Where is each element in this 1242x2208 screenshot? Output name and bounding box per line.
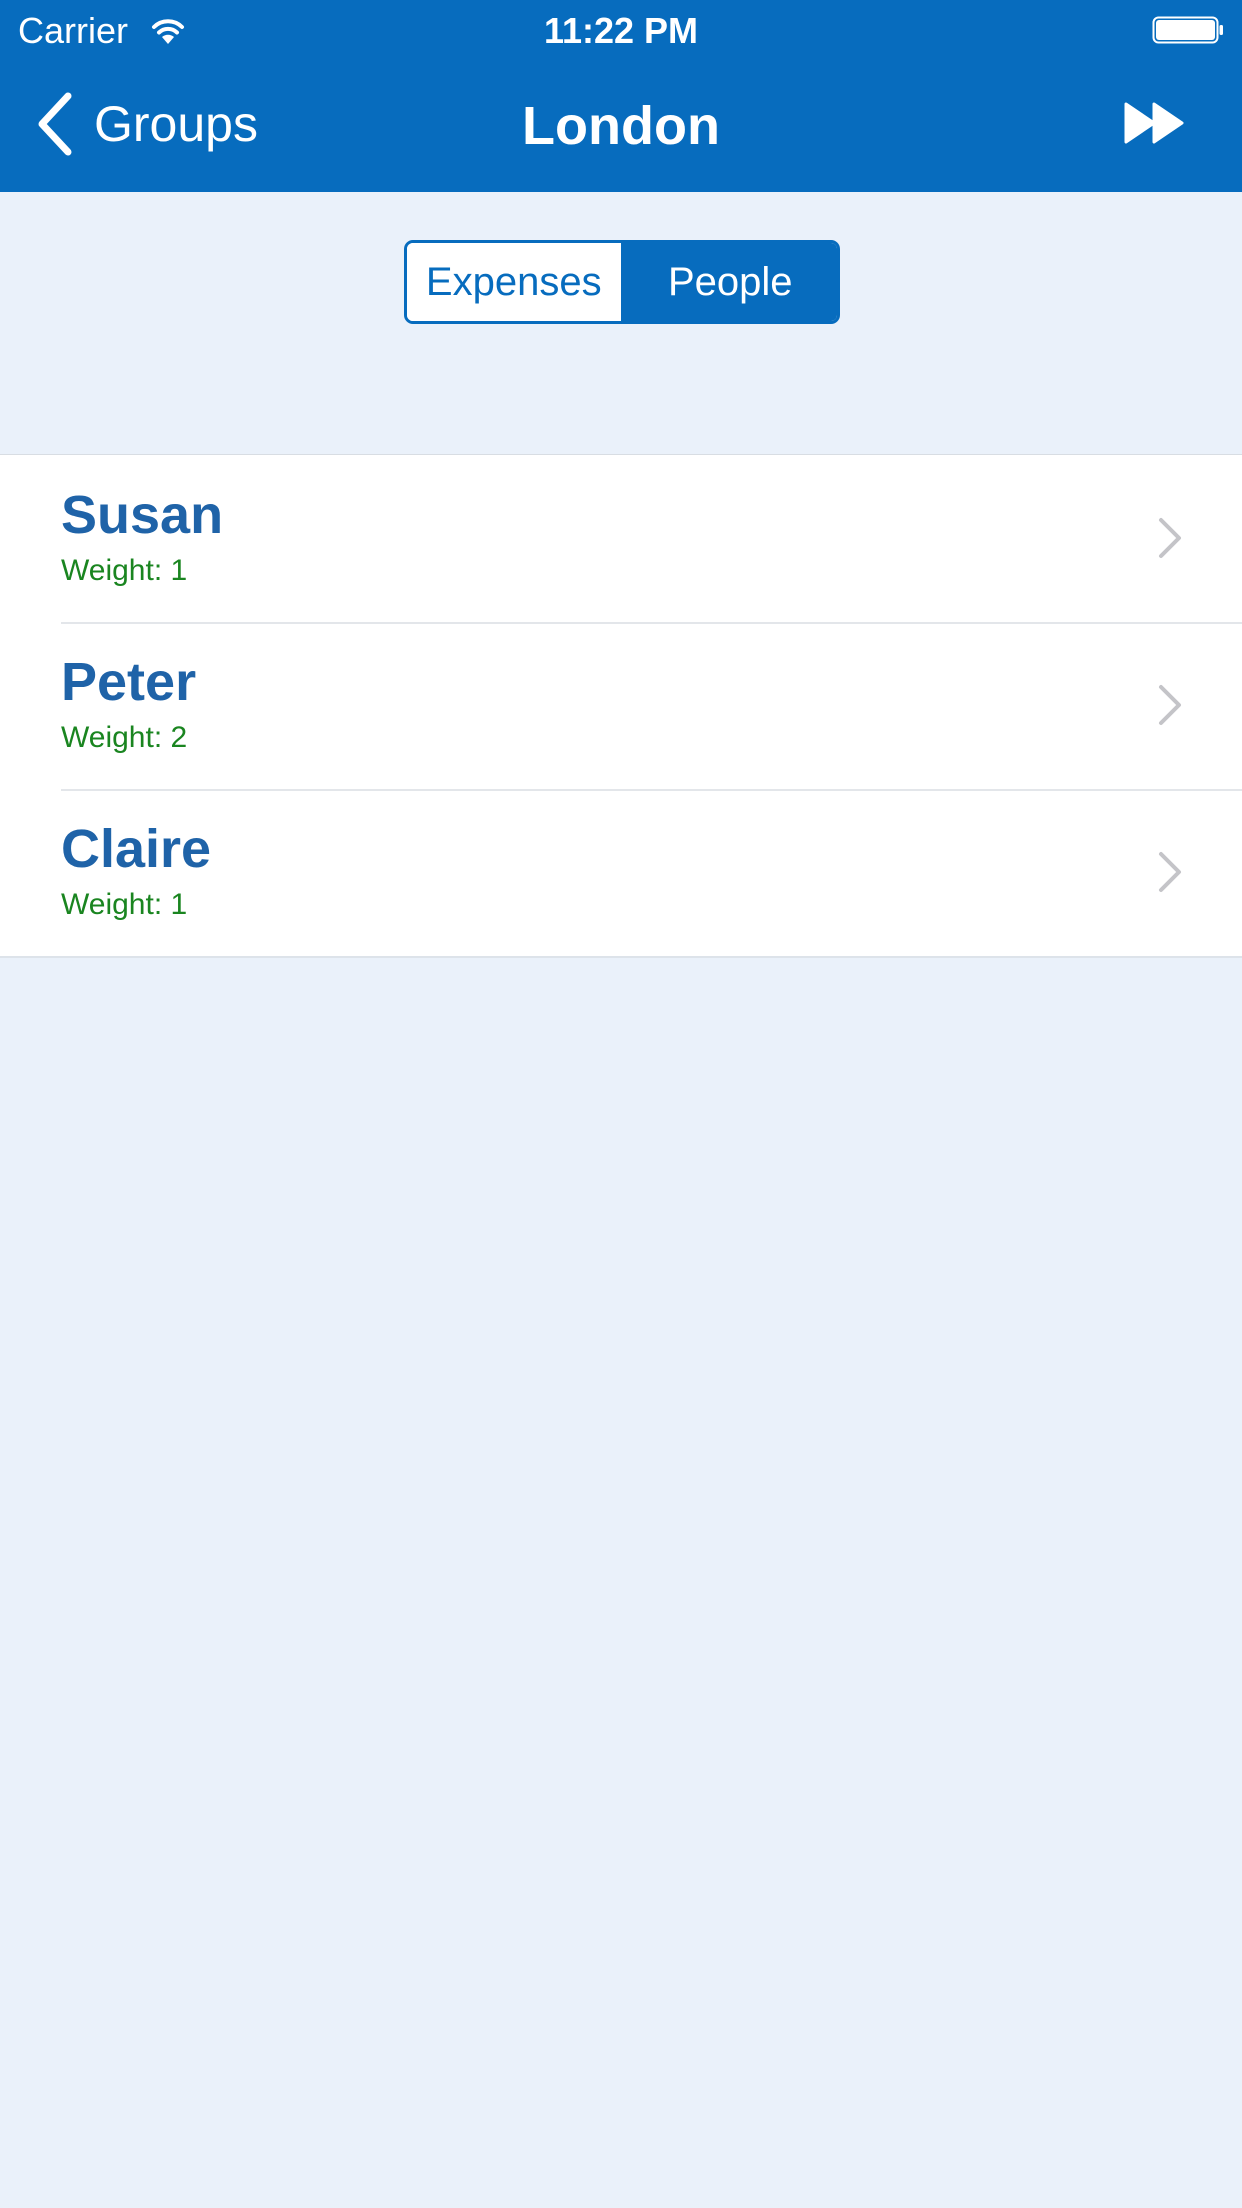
chevron-right-icon <box>1159 852 1181 892</box>
chevron-right-icon <box>1159 685 1181 725</box>
people-list: Susan Weight: 1 Peter Weight: 2 Claire W… <box>0 454 1242 958</box>
back-button[interactable]: Groups <box>34 90 258 158</box>
navigation-bar: Groups London <box>0 60 1242 192</box>
person-name: Susan <box>61 485 224 545</box>
chevron-right-icon <box>1159 518 1181 558</box>
segment-people[interactable]: People <box>620 243 837 321</box>
battery-icon <box>1152 16 1223 44</box>
person-weight: Weight: 1 <box>61 554 188 587</box>
header: Carrier 11:22 PM Groups London <box>0 0 1242 192</box>
person-name: Claire <box>61 819 212 879</box>
back-button-label: Groups <box>94 96 258 152</box>
segmented-control: Expenses People <box>404 240 840 324</box>
person-row-susan[interactable]: Susan Weight: 1 <box>0 455 1242 622</box>
person-weight: Weight: 1 <box>61 888 188 921</box>
status-bar: Carrier 11:22 PM <box>0 0 1242 60</box>
person-row-peter[interactable]: Peter Weight: 2 <box>0 622 1242 789</box>
person-name: Peter <box>61 652 197 712</box>
segment-expenses[interactable]: Expenses <box>407 243 621 321</box>
status-time: 11:22 PM <box>543 10 699 51</box>
fast-forward-icon[interactable] <box>1124 100 1184 146</box>
chevron-left-icon <box>38 92 72 156</box>
person-row-claire[interactable]: Claire Weight: 1 <box>0 789 1242 956</box>
screen: Carrier 11:22 PM Groups London Expenses … <box>0 0 1242 2208</box>
person-weight: Weight: 2 <box>61 721 188 754</box>
